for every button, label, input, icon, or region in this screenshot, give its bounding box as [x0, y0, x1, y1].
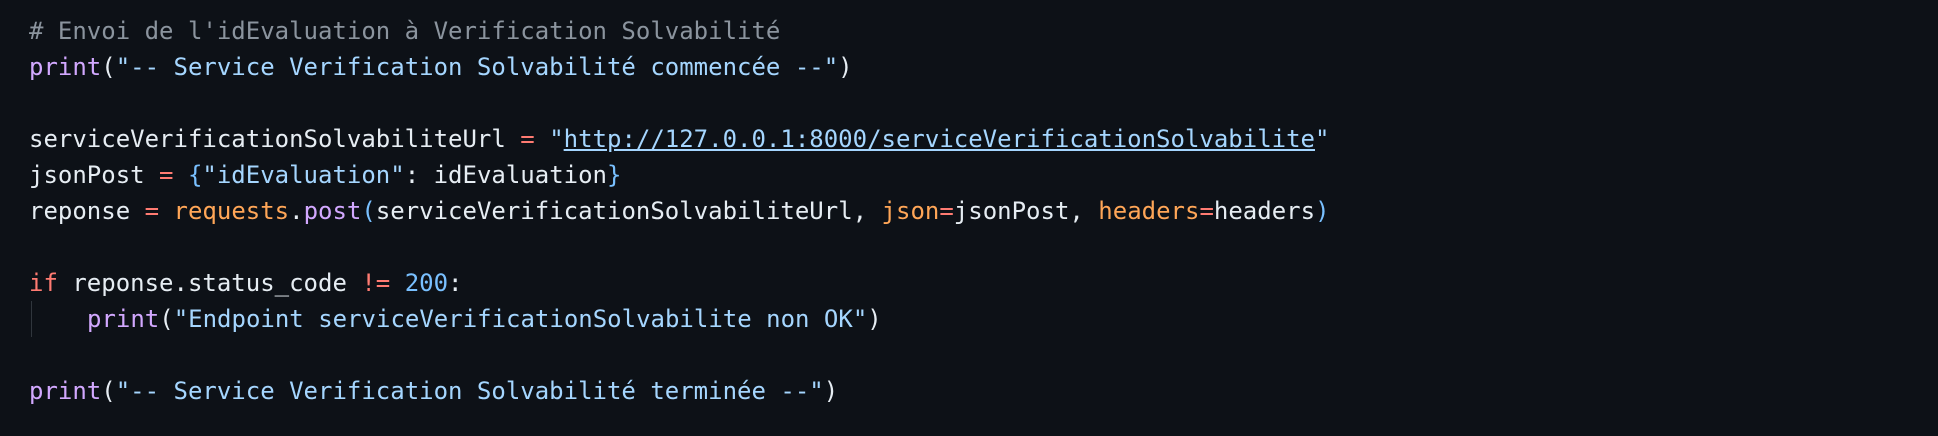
comment-text: # Envoi de l'idEvaluation à Verification…: [29, 17, 781, 45]
equals-operator: =: [939, 197, 954, 225]
close-paren: ): [1315, 197, 1330, 225]
assign-operator: =: [144, 161, 188, 189]
equals-operator: =: [1199, 197, 1214, 225]
dot: .: [289, 197, 304, 225]
code-line-print-end: print("-- Service Verification Solvabili…: [29, 373, 838, 409]
assign-operator: =: [505, 125, 550, 153]
quote-open: ": [549, 125, 564, 153]
colon: :: [448, 269, 463, 297]
code-line-comment: # Envoi de l'idEvaluation à Verification…: [29, 13, 780, 49]
url-link[interactable]: http://127.0.0.1:8000/serviceVerificatio…: [564, 125, 1315, 153]
string-literal: "-- Service Verification Solvabilité ter…: [115, 377, 824, 405]
keyword-argument: json: [881, 197, 940, 225]
module-name: requests: [173, 197, 290, 225]
code-line-print-error: print("Endpoint serviceVerificationSolva…: [87, 301, 882, 337]
print-function: print: [29, 377, 102, 405]
variable-name: serviceVerificationSolvabiliteUrl: [29, 125, 506, 153]
close-paren: ): [823, 377, 839, 405]
code-line-if-statement: if reponse.status_code != 200:: [29, 265, 463, 301]
open-paren: (: [361, 197, 376, 225]
if-keyword: if: [29, 269, 58, 297]
close-paren: ): [838, 53, 853, 81]
open-paren: (: [159, 305, 174, 333]
variable-name: jsonPost: [29, 161, 145, 189]
open-brace: {: [187, 161, 203, 189]
dict-value: idEvaluation: [433, 161, 607, 189]
argument-value: jsonPost,: [953, 197, 1099, 225]
code-line-url-assignment: serviceVerificationSolvabiliteUrl = "htt…: [29, 121, 1329, 157]
code-line-print-start: print("-- Service Verification Solvabili…: [29, 49, 853, 85]
open-paren: (: [101, 53, 116, 81]
close-brace: }: [607, 161, 622, 189]
code-line-post-request: reponse = requests.post(serviceVerificat…: [29, 193, 1330, 229]
argument: serviceVerificationSolvabiliteUrl,: [375, 197, 882, 225]
condition-expression: reponse.status_code: [57, 269, 362, 297]
open-paren: (: [101, 377, 116, 405]
string-literal: "Endpoint serviceVerificationSolvabilite…: [173, 305, 868, 333]
close-paren: ): [867, 305, 882, 333]
variable-name: reponse: [29, 197, 131, 225]
keyword-argument: headers: [1098, 197, 1200, 225]
argument-value: headers: [1213, 197, 1316, 225]
code-line-json-assignment: jsonPost = {"idEvaluation": idEvaluation…: [29, 157, 621, 193]
quote-close: ": [1315, 125, 1330, 153]
number-literal: 200: [390, 269, 449, 297]
print-function: print: [29, 53, 102, 81]
colon: :: [404, 161, 434, 189]
string-literal: "-- Service Verification Solvabilité com…: [115, 53, 839, 81]
not-equal-operator: !=: [361, 269, 391, 297]
dict-key: "idEvaluation": [202, 161, 405, 189]
assign-operator: =: [130, 197, 174, 225]
indent-guide: [31, 301, 32, 337]
code-editor[interactable]: # Envoi de l'idEvaluation à Verification…: [0, 0, 1938, 436]
print-function: print: [87, 305, 160, 333]
method-name: post: [303, 197, 362, 225]
